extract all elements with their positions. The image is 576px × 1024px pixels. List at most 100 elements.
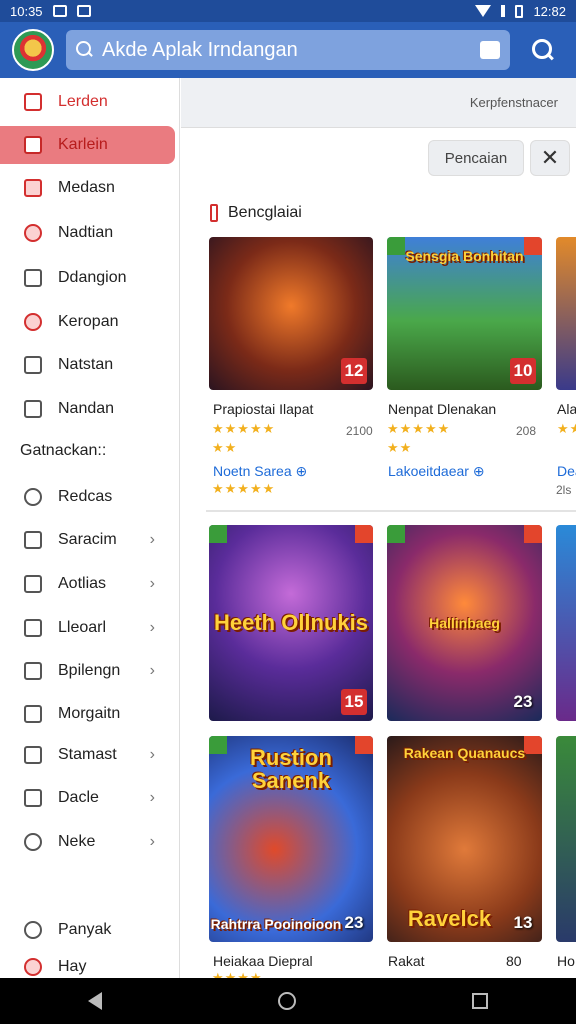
search-icon (76, 41, 94, 59)
home-icon (24, 93, 42, 111)
sidebar-item-label: Ddangion (58, 269, 127, 286)
developer-link[interactable]: Dea (557, 463, 576, 479)
sidebar-item-stamast[interactable]: Stamast › (0, 736, 175, 774)
app-title: Heiakaa Diepral (213, 953, 313, 969)
chevron-right-icon: › (149, 531, 155, 548)
age-rating-badge: 15 (341, 689, 367, 715)
close-button[interactable]: ✕ (530, 140, 570, 176)
folder-icon (24, 400, 42, 418)
sidebar-item-label: Lleoarl (58, 619, 107, 636)
pencil-icon (24, 356, 42, 374)
battery-icon (515, 4, 524, 18)
sidebar-item-morgaitn[interactable]: Morgaitn (0, 695, 175, 733)
home-button-icon[interactable] (278, 992, 296, 1010)
sidebar-item-label: Keropan (58, 313, 119, 330)
sidebar-section-title: Gatnackan:: (20, 442, 107, 459)
card-art-title: Rustion Sanenk (250, 745, 332, 794)
developer-link[interactable]: Noetn Sarea ⊕ (213, 463, 307, 480)
app-card-8[interactable]: Rakean Quanaucs Ravelck 13 (387, 736, 542, 942)
chevron-right-icon: › (149, 746, 155, 763)
mail-icon (24, 705, 42, 723)
close-icon: ✕ (540, 145, 560, 170)
sidebar-item-label: Bpilengn (58, 662, 121, 679)
app-title: Prapiostai Ilapat (213, 401, 314, 417)
app-card-2[interactable]: Sensgia Bonhitan 10 (387, 237, 542, 390)
sidebar-item-bpilengn[interactable]: Bpilengn › (0, 652, 175, 690)
sidebar-item-neke[interactable]: Neke › (0, 823, 175, 861)
review-count: 80 (506, 953, 522, 969)
chevron-right-icon: › (149, 789, 155, 806)
trend-icon (24, 789, 42, 807)
sidebar-item-label: Stamast (58, 746, 117, 763)
sidebar-item-natstan[interactable]: Natstan (0, 346, 175, 384)
developer-link[interactable]: Lakoeitdaear ⊕ (388, 463, 485, 480)
sidebar-item-lleoarl[interactable]: Lleoarl › (0, 609, 175, 647)
section-title: Bencglaiai (228, 204, 302, 221)
sidebar-item-ddangion[interactable]: Ddangion (0, 259, 175, 297)
power-icon (24, 313, 42, 331)
sidebar-item-hay[interactable]: Hay (0, 958, 175, 978)
review-count: 2ls (556, 483, 572, 497)
settings-icon (24, 921, 42, 939)
sidebar-item-label: Hay (58, 958, 87, 975)
sidebar-item-aotlias[interactable]: Aotlias › (0, 565, 175, 603)
sidebar-item-label: Aotlias (58, 575, 107, 592)
sidebar-item-lerden[interactable]: Lerden (0, 83, 175, 121)
search-filter-button[interactable]: Pencaian (428, 140, 524, 176)
sidebar-item-medasn[interactable]: Medasn (0, 169, 175, 207)
recents-icon[interactable] (472, 993, 488, 1009)
app-card-1[interactable]: 12 (209, 237, 373, 390)
help-icon (24, 958, 42, 976)
voice-search-icon[interactable] (480, 41, 500, 59)
rating-stars: ★★★★★ (212, 421, 276, 436)
sidebar-item-keropan[interactable]: Keropan (0, 303, 175, 341)
search-input[interactable]: Akde Aplak Irndangan (102, 39, 480, 62)
rating-stars: ★★ (212, 440, 238, 455)
rating-stars: ★★ (557, 421, 576, 436)
app-card-7[interactable]: Rustion Sanenk Rahtrra Pooinoioon 23 (209, 736, 373, 942)
header-caption: Kerpfenstnacer (469, 95, 558, 110)
appbar-search-icon[interactable] (532, 39, 554, 61)
edit-icon (24, 619, 42, 637)
rating-stars: ★★★★ (212, 970, 263, 978)
sidebar-item-nadtian[interactable]: Nadtian (0, 214, 175, 252)
app-bar: Akde Aplak Irndangan (0, 22, 576, 78)
app-logo[interactable] (12, 29, 54, 71)
age-rating-badge: 13 (513, 913, 533, 932)
sidebar-item-nandan[interactable]: Nandan (0, 390, 175, 428)
review-count: 2100 (346, 424, 373, 438)
app-card-3-partial[interactable] (556, 237, 576, 390)
card-art-subtitle: Rahtrra Pooinoioon (210, 916, 342, 933)
search-bar[interactable]: Akde Aplak Irndangan (66, 30, 510, 70)
age-rating-badge: 23 (513, 692, 533, 711)
app-card-4[interactable]: Heeth Ollnukis 15 (209, 525, 373, 721)
section-header: Bencglaiai (210, 204, 302, 222)
app-title: Ala (557, 401, 576, 417)
sidebar-item-label: Nandan (58, 400, 115, 417)
notification-icon (52, 5, 67, 17)
sidebar-item-redcas[interactable]: Redcas (0, 478, 175, 516)
message-icon (76, 5, 91, 17)
sidebar-item-panyak[interactable]: Panyak (0, 911, 175, 949)
back-icon[interactable] (88, 992, 102, 1010)
app-card-6-partial[interactable] (556, 525, 576, 721)
window-icon (24, 531, 42, 549)
card-art-title: Heeth Ollnukis (213, 610, 369, 636)
rating-stars: ★★ (387, 440, 413, 455)
chevron-right-icon: › (149, 833, 155, 850)
sidebar-item-label: Nadtian (58, 224, 114, 241)
wifi-icon (475, 5, 492, 17)
system-nav-bar (0, 978, 576, 1024)
app-card-9-partial[interactable] (556, 736, 576, 942)
app-card-5[interactable]: Hallinbaeg 23 (387, 525, 542, 721)
sidebar-item-dacle[interactable]: Dacle › (0, 779, 175, 817)
sidebar-item-label: Karlein (58, 136, 108, 153)
refresh-icon (24, 488, 42, 506)
card-art-title: Hallinbaeg (429, 614, 500, 631)
chart-icon (24, 575, 42, 593)
sidebar-item-saracim[interactable]: Saracim › (0, 521, 175, 559)
sidebar-item-karlein[interactable]: Karlein (0, 126, 175, 164)
chevron-right-icon: › (149, 575, 155, 592)
sidebar: Lerden Karlein Medasn Nadtian Ddangion K… (0, 78, 180, 978)
status-time: 10:35 (10, 3, 43, 19)
